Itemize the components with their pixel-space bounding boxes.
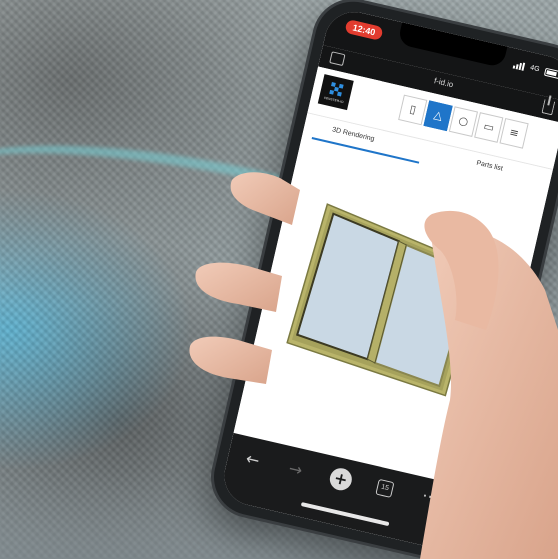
rendering-canvas[interactable] bbox=[233, 138, 547, 488]
status-time: 12:40 bbox=[344, 18, 384, 41]
window-3d-model[interactable] bbox=[273, 192, 506, 403]
plus-icon[interactable]: + bbox=[327, 466, 355, 493]
logo-text: FENSTER-ID bbox=[323, 95, 345, 105]
door-icon: ▯ bbox=[408, 102, 418, 117]
toolbar-warning-button[interactable]: △ bbox=[423, 100, 453, 132]
circle-icon: ○ bbox=[457, 113, 470, 129]
tab-3d-rendering[interactable]: 3D Rendering bbox=[331, 126, 375, 143]
toolbar-menu-button[interactable]: ≡ bbox=[499, 117, 529, 149]
tab-parts-list[interactable]: Parts list bbox=[476, 160, 504, 173]
menu-icon: ≡ bbox=[508, 125, 521, 141]
fenster-id-logo[interactable]: FENSTER-ID bbox=[317, 74, 354, 111]
forward-arrow-icon[interactable]: → bbox=[287, 459, 304, 481]
more-dots-icon[interactable]: ⋯ bbox=[420, 485, 440, 507]
warning-icon: △ bbox=[432, 108, 444, 123]
signal-icon bbox=[512, 61, 526, 71]
toolbar-circle-button[interactable]: ○ bbox=[448, 106, 479, 138]
logo-mark-icon bbox=[329, 82, 344, 97]
back-arrow-icon[interactable]: ← bbox=[244, 449, 261, 471]
toolbar-door-button[interactable]: ▯ bbox=[398, 94, 428, 126]
network-label: 4G bbox=[529, 64, 541, 74]
battery-icon bbox=[543, 67, 558, 80]
document-icon: ▭ bbox=[482, 119, 496, 135]
tabs-count-button[interactable]: 15 bbox=[375, 478, 395, 498]
toolbar-document-button[interactable]: ▭ bbox=[474, 112, 504, 143]
share-icon[interactable] bbox=[541, 99, 556, 116]
home-indicator bbox=[300, 502, 390, 527]
